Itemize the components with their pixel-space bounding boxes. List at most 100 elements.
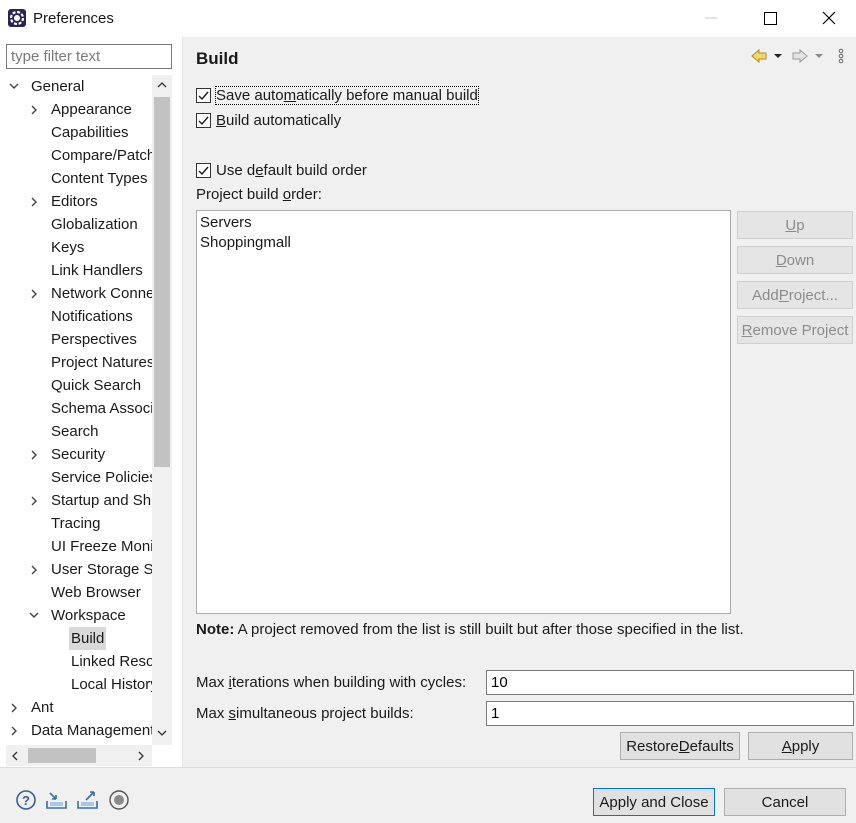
checkmark-icon <box>198 116 209 125</box>
max-simultaneous-builds-input[interactable] <box>486 701 854 726</box>
tree-item-label: Schema Associations <box>51 400 152 417</box>
tree-item[interactable]: Quick Search <box>0 374 152 397</box>
chevron-down-icon[interactable] <box>27 604 41 627</box>
chevron-right-icon[interactable] <box>27 282 41 305</box>
tree-item[interactable]: Security <box>0 443 152 466</box>
tree-item[interactable]: Data Management <box>0 719 152 742</box>
tree-item-label: User Storage Service <box>51 561 152 578</box>
tree-item[interactable]: Linked Resources <box>0 650 152 673</box>
remove-project-button[interactable]: Remove Project <box>737 316 853 344</box>
tree-item[interactable]: Search <box>0 420 152 443</box>
checkbox-box[interactable] <box>196 112 211 128</box>
tree-item[interactable]: Ant <box>0 696 152 719</box>
tree-item[interactable]: Tracing <box>0 512 152 535</box>
title-bar: Preferences <box>0 0 856 37</box>
use-default-build-order-checkbox[interactable]: Use default build order <box>196 159 367 181</box>
tree-item[interactable]: Perspectives <box>0 328 152 351</box>
tree-item-label: Web Browser <box>51 584 141 601</box>
build-automatically-checkbox[interactable]: Build automatically <box>196 109 341 131</box>
tree-item[interactable]: Project Natures <box>0 351 152 374</box>
horizontal-scroll-thumb[interactable] <box>28 748 96 763</box>
tree-item-label: Globalization <box>51 216 138 233</box>
maximize-icon <box>763 11 777 25</box>
tree-item-label: Appearance <box>51 101 132 118</box>
up-button[interactable]: Up <box>737 211 853 239</box>
chevron-down-icon[interactable] <box>7 75 21 98</box>
cancel-button[interactable]: Cancel <box>724 788 846 816</box>
tree-item[interactable]: Notifications <box>0 305 152 328</box>
chevron-right-icon[interactable] <box>7 719 21 742</box>
restore-defaults-button[interactable]: Restore Defaults <box>620 732 740 760</box>
tree-item[interactable]: Keys <box>0 236 152 259</box>
chevron-right-icon[interactable] <box>27 443 41 466</box>
preference-navigation: General Appearance Capabilities Compare/Pat… <box>0 37 182 767</box>
tree-horizontal-scrollbar[interactable] <box>6 745 152 766</box>
tree-item-label: Ant <box>31 699 54 716</box>
project-build-order-list[interactable]: Servers Shoppingmall <box>196 210 731 614</box>
tree-item[interactable]: Editors <box>0 190 152 213</box>
back-menu-icon[interactable] <box>773 53 783 59</box>
tree-item[interactable]: Appearance <box>0 98 152 121</box>
svg-text:?: ? <box>22 793 30 808</box>
tree-item[interactable]: General <box>0 75 152 98</box>
export-icon[interactable] <box>76 789 98 811</box>
window-title: Preferences <box>33 10 114 27</box>
tree-item[interactable]: Link Handlers <box>0 259 152 282</box>
apply-and-close-button[interactable]: Apply and Close <box>593 788 715 816</box>
forward-arrow-icon[interactable] <box>792 48 808 64</box>
tree-item-label: General <box>31 78 85 95</box>
minimize-button[interactable] <box>688 4 734 32</box>
maximize-button[interactable] <box>747 4 793 32</box>
import-icon[interactable] <box>45 789 67 811</box>
checkbox-box[interactable] <box>196 162 211 178</box>
chevron-right-icon[interactable] <box>27 98 41 121</box>
tree-item[interactable]: User Storage Service <box>0 558 152 581</box>
max-simultaneous-builds-label: Max simultaneous project builds: <box>196 705 414 722</box>
list-item[interactable]: Shoppingmall <box>200 234 291 251</box>
tree-item[interactable]: Network Connections <box>0 282 152 305</box>
chevron-right-icon[interactable] <box>27 558 41 581</box>
down-button[interactable]: Down <box>737 246 853 274</box>
build-preference-page: Build Save automatically before manual b… <box>184 37 856 767</box>
scroll-left-icon[interactable] <box>8 748 22 763</box>
list-item[interactable]: Servers <box>200 214 252 231</box>
tree-item[interactable]: Compare/Patch <box>0 144 152 167</box>
vertical-scroll-thumb[interactable] <box>154 97 170 467</box>
tree-item[interactable]: UI Freeze Monitoring <box>0 535 152 558</box>
tree-item[interactable]: Content Types <box>0 167 152 190</box>
help-icon[interactable]: ? <box>15 789 37 811</box>
forward-menu-icon[interactable] <box>814 53 824 59</box>
tree-item[interactable]: Workspace <box>0 604 152 627</box>
chevron-right-icon[interactable] <box>27 489 41 512</box>
tree-item[interactable]: Schema Associations <box>0 397 152 420</box>
apply-button[interactable]: Apply <box>748 732 853 760</box>
filter-input[interactable] <box>6 44 172 69</box>
scroll-down-icon[interactable] <box>152 723 172 743</box>
tree-vertical-scrollbar[interactable] <box>152 75 172 745</box>
max-iterations-input[interactable] <box>486 670 854 695</box>
record-icon[interactable] <box>108 789 130 811</box>
close-button[interactable] <box>806 4 852 32</box>
tree-item[interactable]: Local History <box>0 673 152 696</box>
scroll-right-icon[interactable] <box>134 748 148 763</box>
tree-item[interactable]: Startup and Shutdown <box>0 489 152 512</box>
tree-item-label: Workspace <box>51 607 126 624</box>
add-project-button[interactable]: Add Project... <box>737 281 853 309</box>
minimize-icon <box>705 17 717 19</box>
scroll-up-icon[interactable] <box>152 75 172 95</box>
tree-item[interactable]: Web Browser <box>0 581 152 604</box>
checkbox-box[interactable] <box>196 87 211 103</box>
tree-item[interactable]: Globalization <box>0 213 152 236</box>
tree-item-label: Project Natures <box>51 354 152 371</box>
tree-item-label: Tracing <box>51 515 101 532</box>
tree-item[interactable]: Build <box>0 627 152 650</box>
back-arrow-icon[interactable] <box>751 48 767 64</box>
chevron-right-icon[interactable] <box>7 696 21 719</box>
tree-item[interactable]: Service Policies <box>0 466 152 489</box>
close-icon <box>822 11 836 25</box>
tree-item[interactable]: Capabilities <box>0 121 152 144</box>
tree-item-label: Editors <box>51 193 98 210</box>
view-menu-icon[interactable] <box>837 48 845 64</box>
chevron-right-icon[interactable] <box>27 190 41 213</box>
save-automatically-checkbox[interactable]: Save automatically before manual build <box>196 84 479 106</box>
